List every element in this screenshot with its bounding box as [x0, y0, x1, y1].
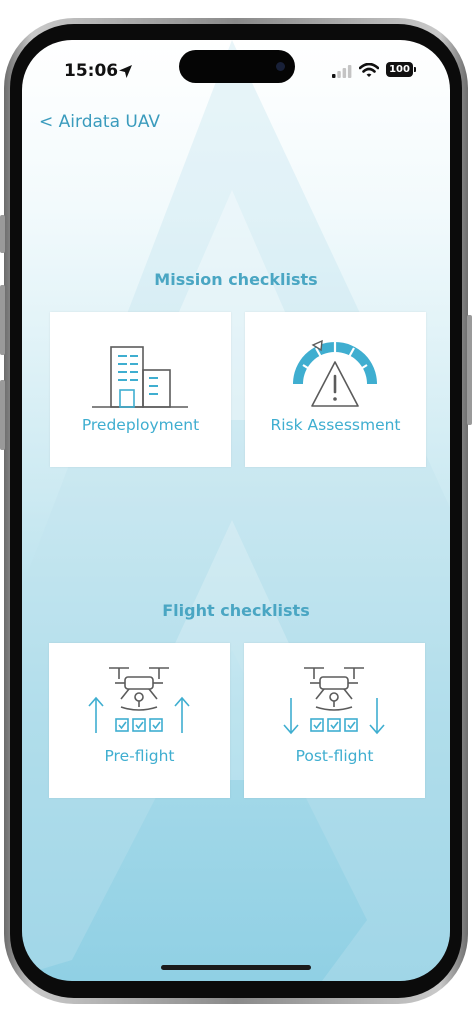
mission-checklists-title: Mission checklists — [154, 270, 318, 289]
location-arrow-icon — [119, 65, 132, 78]
risk-assessment-label: Risk Assessment — [270, 416, 401, 434]
app-screen: 15:06 100 < Airdata UAV Mission checklis… — [22, 40, 450, 981]
volume-up-button — [0, 285, 5, 355]
post-flight-label: Post-flight — [295, 747, 374, 765]
battery-icon: 100 — [386, 62, 413, 77]
post-flight-card[interactable]: Post-flight — [244, 643, 425, 798]
risk-gauge-icon — [293, 339, 377, 407]
status-bar: 15:06 100 — [22, 40, 450, 102]
power-button — [467, 315, 472, 425]
pre-flight-card[interactable]: Pre-flight — [49, 643, 230, 798]
cellular-signal-icon — [332, 65, 352, 78]
wifi-icon — [359, 63, 379, 77]
risk-assessment-card[interactable]: Risk Assessment — [245, 312, 426, 467]
status-time: 15:06 — [64, 61, 119, 81]
battery-cap — [414, 67, 416, 72]
volume-down-button — [0, 380, 5, 450]
predeployment-label: Predeployment — [81, 416, 200, 434]
airdata-watermark — [22, 40, 450, 981]
silent-switch — [0, 215, 5, 253]
back-button[interactable]: < Airdata UAV — [39, 112, 160, 132]
pre-flight-label: Pre-flight — [104, 747, 175, 765]
battery-level: 100 — [389, 64, 410, 75]
flight-checklists-title: Flight checklists — [162, 601, 310, 620]
home-indicator[interactable] — [161, 965, 311, 970]
building-icon — [92, 346, 188, 408]
drone-down-icon — [283, 667, 385, 735]
predeployment-card[interactable]: Predeployment — [50, 312, 231, 467]
front-camera — [276, 62, 285, 71]
drone-up-icon — [88, 667, 190, 733]
